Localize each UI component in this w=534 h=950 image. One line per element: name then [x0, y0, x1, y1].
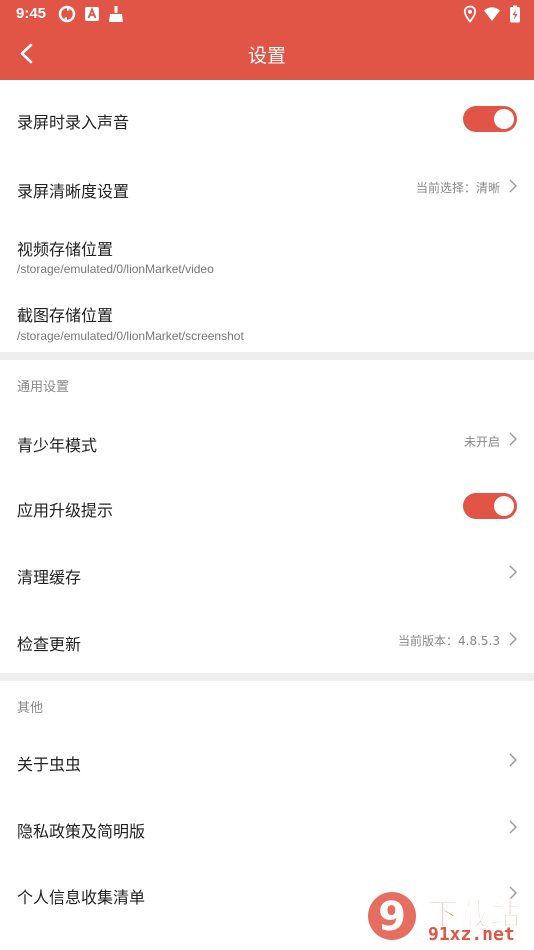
sync-icon: [58, 5, 76, 23]
screenshot-path-row[interactable]: 截图存储位置 /storage/emulated/0/lionMarket/sc…: [0, 290, 534, 352]
clarity-row[interactable]: 录屏清晰度设置 当前选择：清晰: [0, 158, 534, 216]
toggle-knob: [494, 496, 514, 516]
chevron-right-icon: [509, 753, 517, 767]
page-title: 设置: [247, 45, 286, 67]
record-audio-row[interactable]: 录屏时录入声音: [0, 80, 534, 158]
status-time: 9:45: [16, 5, 47, 22]
location-icon: [463, 5, 477, 23]
watermark-logo-icon: 9: [368, 892, 416, 940]
youth-mode-value: 未开启: [463, 435, 500, 449]
youth-mode-row[interactable]: 青少年模式 未开启: [0, 408, 534, 474]
chevron-right-icon: [509, 432, 517, 446]
wifi-icon: [484, 7, 500, 21]
screenshot-path-value: /storage/emulated/0/lionMarket/screensho…: [17, 329, 244, 343]
record-audio-toggle[interactable]: [463, 106, 517, 132]
clear-cache-row[interactable]: 清理缓存: [0, 540, 534, 606]
clear-cache-label: 清理缓存: [17, 568, 82, 587]
screenshot-path-label: 截图存储位置: [17, 306, 114, 325]
status-bar: 9:45: [0, 0, 534, 28]
watermark: 9 下载站 91xz.net: [362, 886, 534, 950]
check-update-row[interactable]: 检查更新 当前版本：4.8.5.3: [0, 606, 534, 672]
video-path-label: 视频存储位置: [17, 240, 114, 259]
chevron-right-icon: [509, 565, 517, 579]
other-section-header: 其他: [17, 701, 44, 716]
clarity-label: 录屏清晰度设置: [17, 182, 130, 201]
watermark-logo-text: 9: [378, 894, 406, 940]
video-path-value: /storage/emulated/0/lionMarket/video: [17, 262, 214, 276]
clarity-value: 当前选择：清晰: [415, 181, 500, 195]
youth-mode-label: 青少年模式: [17, 436, 98, 455]
check-update-label: 检查更新: [17, 635, 82, 654]
a-box-icon: [85, 7, 99, 21]
video-path-row[interactable]: 视频存储位置 /storage/emulated/0/lionMarket/vi…: [0, 222, 534, 286]
chevron-right-icon: [509, 820, 517, 834]
section-divider: [0, 352, 534, 360]
toolbar: 设置: [0, 28, 534, 80]
chevron-right-icon: [509, 632, 517, 646]
watermark-domain: 91xz.net: [428, 924, 515, 945]
chevron-right-icon: [509, 179, 517, 193]
about-label: 关于虫虫: [17, 755, 82, 774]
section-divider: [0, 673, 534, 681]
upgrade-hint-toggle[interactable]: [463, 493, 517, 519]
check-update-value: 当前版本：4.8.5.3: [398, 634, 500, 648]
toggle-knob: [494, 109, 514, 129]
about-row[interactable]: 关于虫虫: [0, 728, 534, 794]
general-section-header: 通用设置: [17, 380, 70, 395]
personal-info-label: 个人信息收集清单: [17, 888, 146, 907]
upgrade-hint-row[interactable]: 应用升级提示: [0, 474, 534, 540]
upgrade-hint-label: 应用升级提示: [17, 501, 114, 520]
broom-icon: [109, 6, 123, 22]
privacy-label: 隐私政策及简明版: [17, 822, 146, 841]
record-audio-label: 录屏时录入声音: [17, 113, 130, 132]
battery-icon: [510, 5, 520, 23]
privacy-row[interactable]: 隐私政策及简明版: [0, 794, 534, 860]
